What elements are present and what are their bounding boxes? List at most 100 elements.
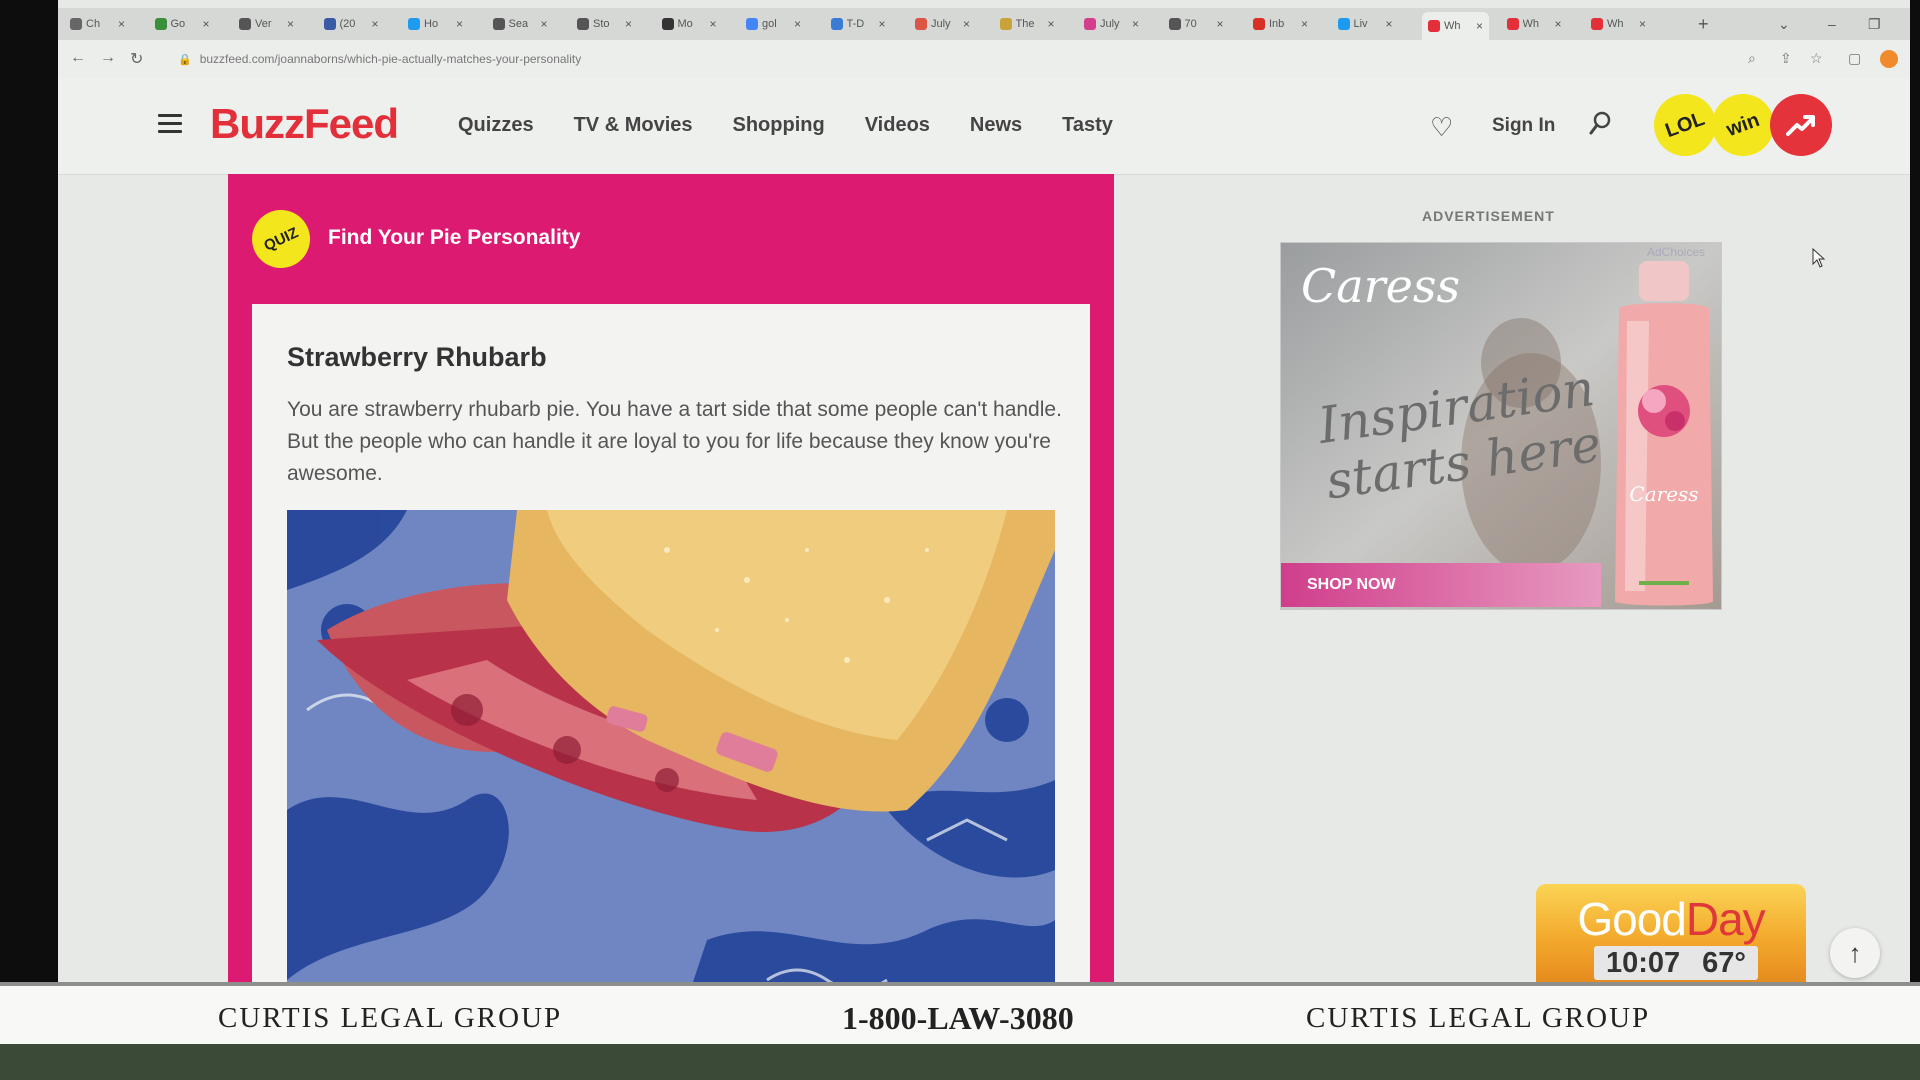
search-icon[interactable] bbox=[1588, 110, 1612, 138]
browser-tab[interactable]: Sto × bbox=[577, 12, 632, 36]
shop-now-button[interactable]: SHOP NOW bbox=[1281, 563, 1601, 607]
tab-close-icon[interactable]: × bbox=[1217, 17, 1224, 31]
back-icon[interactable]: ← bbox=[70, 49, 86, 67]
browser-tab[interactable]: July × bbox=[915, 12, 970, 36]
forward-icon[interactable]: → bbox=[100, 49, 116, 67]
site-header: BuzzFeed Quizzes TV & Movies Shopping Vi… bbox=[58, 78, 1910, 175]
tab-close-icon[interactable]: × bbox=[541, 17, 548, 31]
tab-favicon-icon bbox=[830, 18, 843, 30]
broadcast-temperature: 67° bbox=[1702, 946, 1747, 979]
browser-tab[interactable]: Wh × bbox=[1591, 12, 1646, 36]
tab-favicon-icon bbox=[661, 18, 674, 30]
time-temperature: 10:07 67° bbox=[1594, 946, 1758, 980]
trending-badge[interactable] bbox=[1770, 94, 1832, 156]
nav-tv-movies[interactable]: TV & Movies bbox=[574, 114, 693, 137]
tab-favicon-icon bbox=[1168, 18, 1181, 30]
heart-icon[interactable]: ♡ bbox=[1430, 112, 1453, 143]
url-field[interactable]: 🔒 buzzfeed.com/joannaborns/which-pie-act… bbox=[178, 48, 1778, 70]
tab-close-icon[interactable]: × bbox=[287, 17, 294, 31]
tab-title: Wh bbox=[1522, 18, 1540, 30]
nav-quizzes[interactable]: Quizzes bbox=[458, 114, 534, 137]
scroll-to-top-button[interactable]: ↑ bbox=[1830, 928, 1880, 978]
result-title: Strawberry Rhubarb bbox=[287, 342, 547, 372]
lock-icon: 🔒 bbox=[178, 53, 192, 66]
svg-text:Caress: Caress bbox=[1629, 482, 1698, 506]
tab-title: Wh bbox=[1607, 18, 1624, 30]
tab-favicon-icon bbox=[239, 18, 251, 30]
browser-tab[interactable]: July × bbox=[1084, 12, 1139, 36]
menu-icon[interactable] bbox=[158, 114, 182, 138]
tab-favicon-icon bbox=[577, 18, 589, 30]
sponsor-phone: 1-800-LAW-3080 bbox=[842, 1000, 1074, 1036]
share-icon[interactable]: ⇪ bbox=[1780, 50, 1792, 67]
adchoices-link[interactable]: AdChoices bbox=[1647, 245, 1705, 259]
tab-title: Sto bbox=[593, 18, 610, 30]
browser-tab[interactable]: T-D × bbox=[830, 12, 886, 36]
tab-title: Ch bbox=[86, 18, 101, 30]
nav-shopping[interactable]: Shopping bbox=[733, 114, 825, 137]
tab-close-icon[interactable]: × bbox=[1386, 17, 1393, 31]
new-tab-button[interactable]: + bbox=[1698, 14, 1709, 35]
bookmark-star-icon[interactable]: ☆ bbox=[1810, 50, 1823, 67]
restore-icon[interactable]: ❐ bbox=[1868, 16, 1881, 33]
reload-icon[interactable]: ↻ bbox=[130, 49, 143, 69]
sign-in-link[interactable]: Sign In bbox=[1492, 115, 1555, 137]
sponsor-name-right: CURTIS LEGAL GROUP bbox=[1306, 1002, 1651, 1034]
sponsor-name-left: CURTIS LEGAL GROUP bbox=[218, 1002, 563, 1034]
quiz-result: Strawberry Rhubarb You are strawberry rh… bbox=[252, 304, 1090, 1000]
tab-close-icon[interactable]: × bbox=[1132, 17, 1139, 31]
tab-title: July bbox=[1100, 18, 1120, 30]
tab-close-icon[interactable]: × bbox=[794, 17, 801, 31]
browser-tab[interactable]: Wh × bbox=[1506, 12, 1562, 36]
browser-tab[interactable]: (20 × bbox=[323, 12, 379, 36]
tab-close-icon[interactable]: × bbox=[1301, 17, 1308, 31]
tab-title: (20 bbox=[339, 18, 356, 30]
browser-tab[interactable]: Ho × bbox=[408, 12, 463, 36]
minimize-icon[interactable]: – bbox=[1828, 16, 1836, 32]
tab-close-icon[interactable]: × bbox=[1639, 17, 1646, 31]
buzzfeed-logo[interactable]: BuzzFeed bbox=[210, 100, 399, 148]
tab-favicon-icon bbox=[999, 18, 1012, 30]
browser-tab[interactable]: Ch × bbox=[70, 12, 125, 36]
tab-title: Mo bbox=[677, 18, 693, 30]
side-panel-icon[interactable]: ▢ bbox=[1848, 50, 1861, 67]
browser-tab[interactable]: Liv × bbox=[1337, 12, 1393, 36]
zoom-icon[interactable]: ⌕ bbox=[1748, 50, 1756, 67]
good-day-logo: GoodDay bbox=[1536, 892, 1806, 946]
tab-close-icon[interactable]: × bbox=[879, 17, 886, 31]
tab-close-icon[interactable]: × bbox=[1476, 19, 1483, 33]
tab-close-icon[interactable]: × bbox=[372, 17, 379, 31]
nav-tasty[interactable]: Tasty bbox=[1062, 114, 1113, 137]
address-bar: ← → ↻ 🔒 buzzfeed.com/joannaborns/which-p… bbox=[58, 40, 1910, 79]
tab-favicon-icon bbox=[70, 18, 82, 30]
browser-tab[interactable]: Inb × bbox=[1253, 12, 1308, 36]
tab-close-icon[interactable]: × bbox=[118, 17, 125, 31]
tab-close-icon[interactable]: × bbox=[710, 17, 717, 31]
browser-tab[interactable]: Mo × bbox=[661, 12, 717, 36]
tab-favicon-icon bbox=[408, 18, 420, 30]
tab-favicon-icon bbox=[1428, 20, 1440, 32]
tab-title: Wh bbox=[1444, 20, 1461, 32]
nav-news[interactable]: News bbox=[970, 114, 1022, 137]
browser-tab[interactable]: Wh × bbox=[1422, 12, 1490, 40]
browser-tab[interactable]: gol × bbox=[746, 12, 801, 36]
caress-ad[interactable]: Caress AdChoices Inspiration starts here… bbox=[1280, 242, 1722, 610]
browser-tab[interactable]: Go × bbox=[154, 12, 210, 36]
tab-close-icon[interactable]: × bbox=[456, 17, 463, 31]
browser-tab[interactable]: The × bbox=[999, 12, 1055, 36]
tab-close-icon[interactable]: × bbox=[1555, 17, 1562, 31]
browser-tab[interactable]: Sea × bbox=[492, 12, 548, 36]
advertisement-label: ADVERTISEMENT bbox=[1422, 208, 1555, 224]
quiz-title[interactable]: Find Your Pie Personality bbox=[328, 226, 580, 250]
browser-tab[interactable]: Ver × bbox=[239, 12, 294, 36]
profile-avatar[interactable] bbox=[1880, 50, 1898, 68]
browser-tab[interactable]: 70 × bbox=[1168, 12, 1224, 36]
tab-title: The bbox=[1015, 18, 1035, 30]
tab-close-icon[interactable]: × bbox=[203, 17, 210, 31]
tab-favicon-icon bbox=[323, 18, 336, 30]
tab-close-icon[interactable]: × bbox=[625, 17, 632, 31]
tab-close-icon[interactable]: × bbox=[963, 17, 970, 31]
nav-videos[interactable]: Videos bbox=[865, 114, 930, 137]
tab-close-icon[interactable]: × bbox=[1048, 17, 1055, 31]
tab-search-icon[interactable]: ⌄ bbox=[1778, 16, 1790, 33]
